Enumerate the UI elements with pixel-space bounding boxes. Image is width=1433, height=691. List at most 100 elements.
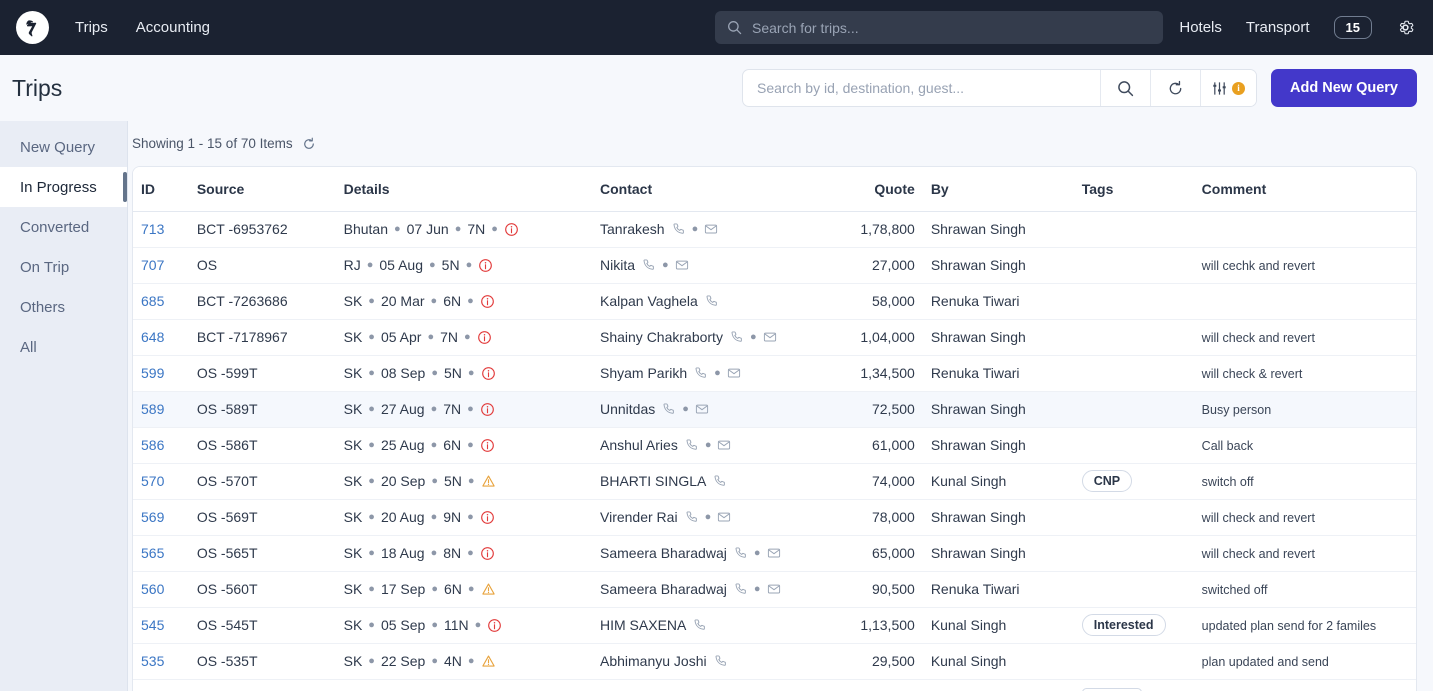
info-alert-icon[interactable] xyxy=(480,510,495,525)
sidebar-item-on-trip[interactable]: On Trip xyxy=(0,247,127,287)
table-row[interactable]: 570OS -570TSK●20 Sep●5N●BHARTI SINGLA74,… xyxy=(133,463,1416,499)
topnav-link-hotels[interactable]: Hotels xyxy=(1179,19,1222,36)
phone-icon[interactable] xyxy=(714,654,728,668)
email-icon[interactable] xyxy=(767,582,781,596)
status-badge[interactable]: CNP xyxy=(1082,470,1132,492)
column-header-by[interactable]: By xyxy=(923,167,1074,211)
phone-icon[interactable] xyxy=(642,258,656,272)
info-alert-icon[interactable] xyxy=(481,366,496,381)
table-row[interactable]: 535OS -535TSK●22 Sep●4N●Abhimanyu Joshi2… xyxy=(133,643,1416,679)
info-alert-icon[interactable] xyxy=(480,402,495,417)
trip-id-link[interactable]: 569 xyxy=(141,509,164,525)
cell-id[interactable]: 560 xyxy=(133,571,189,607)
cell-id[interactable]: 565 xyxy=(133,535,189,571)
gear-icon[interactable] xyxy=(1396,18,1415,37)
phone-icon[interactable] xyxy=(685,438,699,452)
trip-id-link[interactable]: 545 xyxy=(141,617,164,633)
cell-id[interactable]: 570 xyxy=(133,463,189,499)
sidebar-item-new-query[interactable]: New Query xyxy=(0,127,127,167)
phone-icon[interactable] xyxy=(672,222,686,236)
cell-id[interactable]: 589 xyxy=(133,391,189,427)
search-submit-button[interactable] xyxy=(1100,70,1150,106)
topnav-link-accounting[interactable]: Accounting xyxy=(136,19,210,36)
trip-id-link[interactable]: 707 xyxy=(141,257,164,273)
brand-bird-logo[interactable] xyxy=(16,11,49,44)
trip-id-link[interactable]: 713 xyxy=(141,221,164,237)
column-header-contact[interactable]: Contact xyxy=(592,167,840,211)
cell-id[interactable]: 545 xyxy=(133,607,189,643)
info-alert-icon[interactable] xyxy=(487,618,502,633)
info-alert-icon[interactable] xyxy=(480,438,495,453)
trip-id-link[interactable]: 589 xyxy=(141,401,164,417)
trip-id-link[interactable]: 648 xyxy=(141,329,164,345)
sidebar-item-others[interactable]: Others xyxy=(0,287,127,327)
phone-icon[interactable] xyxy=(713,474,727,488)
phone-icon[interactable] xyxy=(734,582,748,596)
trip-id-link[interactable]: 570 xyxy=(141,473,164,489)
column-header-id[interactable]: ID xyxy=(133,167,189,211)
column-header-comment[interactable]: Comment xyxy=(1194,167,1416,211)
table-row[interactable]: 685BCT -7263686SK●20 Mar●6N●Kalpan Vaghe… xyxy=(133,283,1416,319)
email-icon[interactable] xyxy=(727,366,741,380)
cell-id[interactable]: 685 xyxy=(133,283,189,319)
trip-id-link[interactable]: 560 xyxy=(141,581,164,597)
search-input[interactable] xyxy=(743,70,1100,106)
table-row[interactable]: 648BCT -7178967SK●05 Apr●7N●Shainy Chakr… xyxy=(133,319,1416,355)
info-alert-icon[interactable] xyxy=(477,330,492,345)
info-alert-icon[interactable] xyxy=(480,294,495,309)
table-row[interactable]: 569OS -569TSK●20 Aug●9N●Virender Rai●78,… xyxy=(133,499,1416,535)
info-alert-icon[interactable] xyxy=(480,546,495,561)
phone-icon[interactable] xyxy=(730,330,744,344)
phone-icon[interactable] xyxy=(685,510,699,524)
warning-triangle-icon[interactable] xyxy=(481,582,496,597)
table-row[interactable]: 589OS -589TSK●27 Aug●7N●Unnitdas●72,500S… xyxy=(133,391,1416,427)
column-header-source[interactable]: Source xyxy=(189,167,336,211)
sidebar-item-in-progress[interactable]: In Progress xyxy=(0,167,127,207)
table-row[interactable]: 545OS -545TSK●05 Sep●11N●HIM SAXENA1,13,… xyxy=(133,607,1416,643)
cell-id[interactable]: 648 xyxy=(133,319,189,355)
phone-icon[interactable] xyxy=(705,294,719,308)
table-row-partial[interactable] xyxy=(133,679,1416,691)
sidebar-item-all[interactable]: All xyxy=(0,327,127,367)
table-row[interactable]: 560OS -560TSK●17 Sep●6N●Sameera Bharadwa… xyxy=(133,571,1416,607)
phone-icon[interactable] xyxy=(693,618,707,632)
phone-icon[interactable] xyxy=(662,402,676,416)
email-icon[interactable] xyxy=(717,510,731,524)
email-icon[interactable] xyxy=(695,402,709,416)
topnav-link-transport[interactable]: Transport xyxy=(1246,19,1310,36)
refresh-icon[interactable] xyxy=(302,137,316,151)
table-row[interactable]: 586OS -586TSK●25 Aug●6N●Anshul Aries●61,… xyxy=(133,427,1416,463)
phone-icon[interactable] xyxy=(694,366,708,380)
cell-id[interactable]: 569 xyxy=(133,499,189,535)
global-search-box[interactable]: Search for trips... xyxy=(715,11,1163,44)
info-alert-icon[interactable] xyxy=(478,258,493,273)
topnav-link-trips[interactable]: Trips xyxy=(75,19,108,36)
trip-id-link[interactable]: 565 xyxy=(141,545,164,561)
column-header-quote[interactable]: Quote xyxy=(840,167,923,211)
column-header-details[interactable]: Details xyxy=(336,167,592,211)
email-icon[interactable] xyxy=(717,438,731,452)
cell-id[interactable]: 535 xyxy=(133,643,189,679)
email-icon[interactable] xyxy=(763,330,777,344)
trip-id-link[interactable]: 586 xyxy=(141,437,164,453)
column-header-tags[interactable]: Tags xyxy=(1074,167,1194,211)
refresh-button[interactable] xyxy=(1150,70,1200,106)
trips-table-container[interactable]: ID Source Details Contact Quote By Tags … xyxy=(132,166,1417,691)
phone-icon[interactable] xyxy=(734,546,748,560)
email-icon[interactable] xyxy=(704,222,718,236)
warning-triangle-icon[interactable] xyxy=(481,654,496,669)
trip-id-link[interactable]: 535 xyxy=(141,653,164,669)
cell-id[interactable]: 707 xyxy=(133,247,189,283)
cell-id[interactable]: 599 xyxy=(133,355,189,391)
table-row[interactable]: 713BCT -6953762Bhutan●07 Jun●7N●Tanrakes… xyxy=(133,211,1416,247)
status-badge[interactable]: Interested xyxy=(1082,614,1166,636)
add-new-query-button[interactable]: Add New Query xyxy=(1271,69,1417,107)
trip-id-link[interactable]: 599 xyxy=(141,365,164,381)
notification-count-badge[interactable]: 15 xyxy=(1334,16,1372,40)
sidebar-item-converted[interactable]: Converted xyxy=(0,207,127,247)
cell-id[interactable]: 713 xyxy=(133,211,189,247)
info-alert-icon[interactable] xyxy=(504,222,519,237)
table-row[interactable]: 599OS -599TSK●08 Sep●5N●Shyam Parikh●1,3… xyxy=(133,355,1416,391)
table-row[interactable]: 707OSRJ●05 Aug●5N●Nikita●27,000Shrawan S… xyxy=(133,247,1416,283)
status-badge-partial[interactable] xyxy=(1082,688,1142,691)
